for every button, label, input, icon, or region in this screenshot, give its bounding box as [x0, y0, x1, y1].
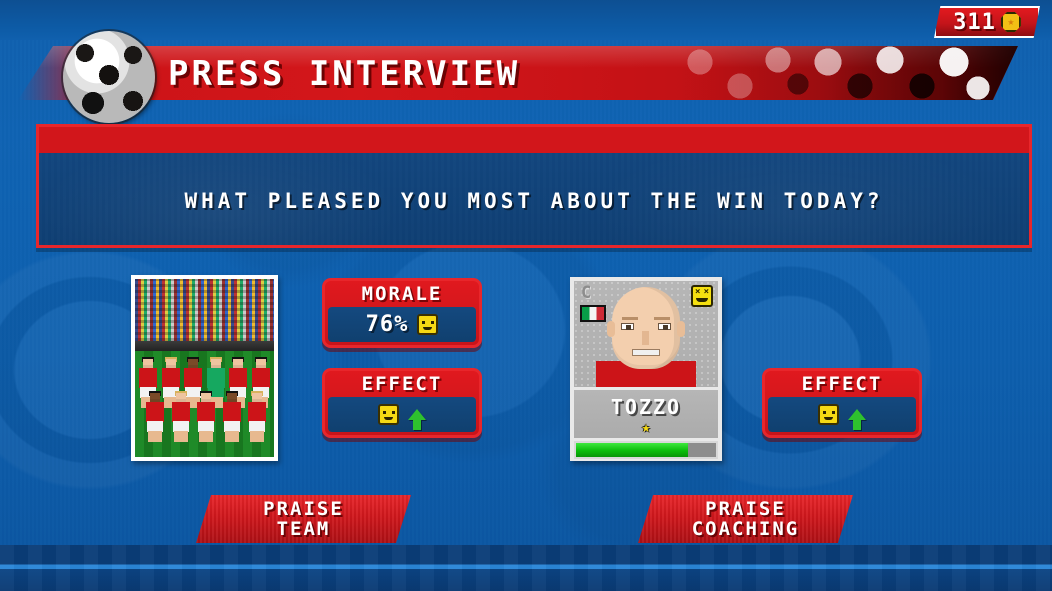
player-card[interactable]: C × × TOZZO ★: [570, 277, 722, 461]
praise-coaching-button[interactable]: PRAISE COACHING: [638, 495, 853, 543]
praise-team-label-line2: TEAM: [276, 518, 331, 540]
coin-icon: [1000, 12, 1021, 32]
team-photo-image: [135, 279, 274, 457]
player-star-rating: ★: [641, 417, 651, 436]
banner-ball-pattern: [678, 46, 1018, 100]
background-bottom-band: [0, 545, 1052, 591]
currency-value: 311: [953, 9, 996, 35]
player-face: [596, 283, 696, 387]
player-figure: [222, 391, 242, 443]
player-figure: [171, 391, 191, 443]
team-effect-body: [328, 397, 476, 432]
smiley-icon: [818, 404, 839, 425]
crowd-stand: [135, 279, 274, 341]
praise-coaching-label-line2: COACHING: [691, 518, 800, 540]
up-arrow-icon: [408, 409, 426, 430]
praise-coaching-label-line1: PRAISE: [705, 498, 786, 520]
currency-counter[interactable]: 311: [934, 6, 1040, 38]
player-figure: [196, 391, 216, 443]
player-figure: [247, 391, 267, 443]
question-panel: WHAT PLEASED YOU MOST ABOUT THE WIN TODA…: [36, 124, 1032, 248]
morale-label: MORALE: [361, 283, 443, 305]
morale-panel: MORALE 76%: [322, 278, 482, 348]
praise-team-button[interactable]: PRAISE TEAM: [196, 495, 411, 543]
coaching-effect-panel: EFFECT: [762, 368, 922, 438]
italy-flag-icon: [580, 305, 606, 322]
header: PRESS INTERVIEW: [0, 8, 1052, 123]
players-front-row: [145, 391, 267, 445]
team-effect-panel: EFFECT: [322, 368, 482, 438]
question-text: WHAT PLEASED YOU MOST ABOUT THE WIN TODA…: [184, 189, 884, 213]
coaching-effect-label: EFFECT: [801, 373, 883, 395]
team-effect-label: EFFECT: [361, 373, 443, 395]
captain-badge: C: [581, 283, 592, 303]
team-photo: [131, 275, 278, 461]
morale-body: 76%: [328, 307, 476, 342]
player-condition-bar: [574, 441, 718, 459]
player-condition-fill: [576, 443, 688, 457]
stand-barrier: [135, 341, 274, 351]
page-title: PRESS INTERVIEW: [168, 54, 521, 94]
smiley-icon: [378, 404, 399, 425]
morale-value: 76%: [365, 312, 409, 337]
player-figure: [145, 391, 165, 443]
player-name-plate: TOZZO ★: [574, 390, 718, 438]
player-name: TOZZO: [610, 394, 682, 419]
soccer-ball-icon: [63, 31, 155, 123]
smiley-icon: [417, 314, 439, 335]
player-portrait: C × ×: [574, 281, 718, 387]
coaching-effect-body: [768, 397, 916, 432]
pitch-grass: [135, 351, 274, 457]
up-arrow-icon: [848, 409, 866, 430]
praise-team-label-line1: PRAISE: [263, 498, 344, 520]
excited-smiley-icon: × ×: [691, 285, 713, 307]
